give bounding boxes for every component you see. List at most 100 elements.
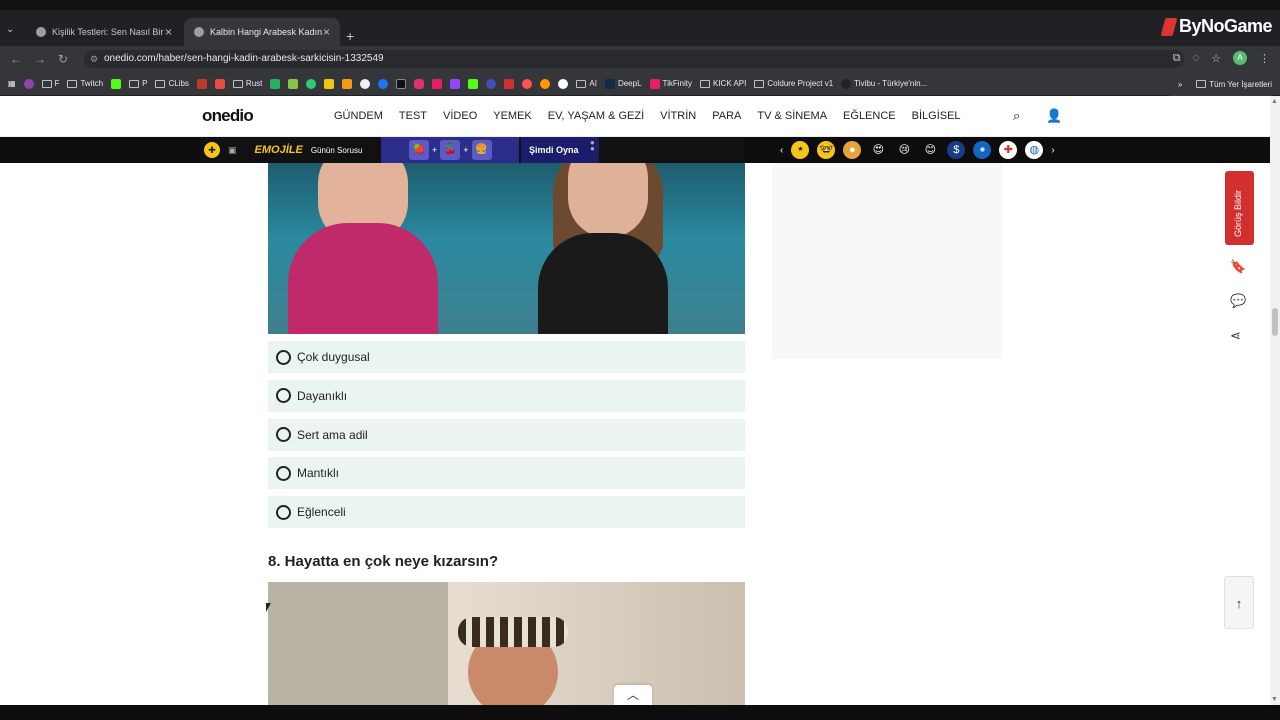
calendar-icon[interactable]: ▣ [228, 145, 237, 156]
feedback-button[interactable]: Görüş Bildir [1225, 171, 1254, 245]
emojile-logo[interactable]: EMOJİLE [255, 144, 303, 156]
emoji-plus-icon[interactable]: ✚ [999, 141, 1018, 159]
tab-close-icon[interactable]: × [323, 25, 330, 39]
play-now-button[interactable]: Şimdi Oyna [521, 137, 599, 163]
scrollbar-thumb[interactable] [1272, 308, 1278, 336]
scroll-up-arrow-icon[interactable]: ▲ [1271, 98, 1278, 105]
emoji-nerd-icon[interactable]: 🤓 [817, 141, 836, 159]
bookmark-folder-coldure[interactable]: Coldure Project v1 [754, 79, 833, 88]
install-app-icon[interactable]: ⧉ [1173, 52, 1181, 65]
bookmark-icon[interactable]: 🔖 [1230, 259, 1246, 275]
answer-option[interactable]: Dayanıklı [268, 379, 745, 412]
bookmark-icon-7[interactable] [432, 78, 443, 89]
emoji-brand3-icon[interactable]: ◍ [1025, 141, 1044, 159]
nav-item-gundem[interactable]: GÜNDEM [334, 110, 383, 122]
reload-icon[interactable]: ↻ [58, 52, 68, 66]
back-icon[interactable]: ← [10, 52, 22, 66]
emoji-love-icon[interactable]: 😍 [869, 141, 887, 159]
page-scrollbar[interactable]: ▲ ▼ [1270, 96, 1280, 705]
nav-item-tv-sinema[interactable]: TV & SİNEMA [757, 110, 827, 122]
menu-kebab-icon[interactable]: ⋮ [1259, 52, 1270, 65]
new-tab-icon[interactable]: + [346, 28, 354, 44]
bookmark-icon-6[interactable] [360, 78, 371, 89]
chevron-up-icon[interactable]: ︿ [614, 685, 652, 705]
site-info-icon[interactable]: ⚙ [90, 50, 98, 68]
nav-item-vitrin[interactable]: VİTRİN [660, 110, 696, 122]
bookmark-folder-rust[interactable]: Rust [232, 79, 262, 88]
emoji-smile-icon[interactable]: 😊 [921, 141, 939, 159]
answer-option[interactable]: Çok duygusal [268, 341, 745, 373]
nav-item-eglence[interactable]: EĞLENCE [843, 110, 896, 122]
bookmark-icon-11[interactable] [522, 78, 533, 89]
emoji-brand-icon[interactable]: $ [947, 141, 966, 159]
bookmark-icon-kick[interactable] [468, 78, 479, 89]
bookmark-icon-facebook[interactable] [378, 78, 389, 89]
bookmark-tivibu[interactable]: Tivibu - Türkiye'nin... [841, 78, 927, 89]
site-logo[interactable]: onedio [202, 106, 254, 126]
profile-avatar[interactable]: A [1233, 51, 1247, 65]
comments-icon[interactable]: 💬 [1230, 293, 1246, 309]
nav-item-ev-yasam-gezi[interactable]: EV, YAŞAM & GEZİ [548, 110, 644, 122]
bookmark-folder-kick-api[interactable]: KICK API [700, 79, 746, 88]
bookmark-folder-twitch[interactable]: Twitch [67, 79, 103, 88]
nav-item-yemek[interactable]: YEMEK [493, 110, 532, 122]
radio-icon[interactable] [276, 349, 291, 365]
bookmark-folder-f[interactable]: F [41, 79, 59, 88]
nav-item-test[interactable]: TEST [399, 110, 427, 122]
emoji-sad-icon[interactable]: 😢 [895, 141, 913, 159]
chevron-right-icon[interactable]: › [1051, 145, 1054, 156]
browser-tab-1[interactable]: Kişilik Testleri: Sen Nasıl Birisin? × [26, 18, 182, 46]
bookmark-icon-red[interactable] [196, 78, 207, 89]
bookmark-icon-tiktok[interactable] [396, 78, 407, 89]
bookmark-icon-10[interactable] [504, 78, 515, 89]
bookmark-icon-green[interactable] [111, 78, 122, 89]
more-dots-icon[interactable]: ● ● [590, 139, 595, 153]
chevron-left-icon[interactable]: ‹ [780, 145, 783, 156]
bookmark-icon-2[interactable] [288, 78, 299, 89]
bookmark-badge[interactable] [23, 78, 34, 89]
bookmark-icon-github[interactable] [558, 78, 569, 89]
emoji-bar-icon[interactable]: ★ [791, 141, 810, 159]
bookmark-deepl[interactable]: DeepL [604, 78, 642, 89]
radio-icon[interactable] [276, 427, 291, 443]
forward-icon[interactable]: → [34, 52, 46, 66]
scroll-to-top-button[interactable]: ↑ [1224, 576, 1254, 629]
scroll-down-arrow-icon[interactable]: ▼ [1271, 696, 1278, 703]
browser-tab-2[interactable]: Kalbin Hangi Arabesk Kadın Gi... × [184, 18, 340, 46]
nav-item-bilgisel[interactable]: BİLGİSEL [912, 110, 961, 122]
hide-icon[interactable]: ◌ [1193, 52, 1200, 64]
radio-icon[interactable] [276, 504, 291, 520]
bookmark-icon-12[interactable] [540, 78, 551, 89]
radio-icon[interactable] [276, 465, 291, 481]
emoji-coin-icon[interactable]: ● [843, 141, 862, 159]
bookmark-icon-3[interactable] [306, 78, 317, 89]
nav-item-para[interactable]: PARA [712, 110, 741, 122]
bookmark-folder-ai[interactable]: AI [576, 79, 597, 88]
bookmark-icon-4[interactable] [324, 78, 335, 89]
user-icon[interactable]: 👤 [1046, 108, 1062, 124]
emoji-brand2-icon[interactable]: ◉ [973, 141, 992, 159]
bookmark-icon-5[interactable] [342, 78, 353, 89]
apps-grid-icon[interactable]: ▦ [8, 79, 16, 88]
url-field[interactable]: ⚙ onedio.com/haber/sen-hangi-kadin-arabe… [84, 50, 1184, 68]
answer-option[interactable]: Sert ama adil [268, 418, 745, 451]
radio-icon[interactable] [276, 388, 291, 404]
bookmark-icon-red2[interactable] [214, 78, 225, 89]
emoji-puzzle[interactable]: 🍓 + 🍒 + 🍔 [381, 137, 519, 163]
tab-close-icon[interactable]: × [165, 25, 172, 39]
bookmark-icon-instagram[interactable] [414, 78, 425, 89]
search-icon[interactable]: ⌕ [1013, 108, 1020, 124]
tab-search-icon[interactable]: ⌄ [6, 24, 14, 35]
nav-item-video[interactable]: VİDEO [443, 110, 477, 122]
bookmark-star-icon[interactable]: ☆ [1211, 52, 1221, 65]
share-icon[interactable]: ⋖ [1230, 328, 1241, 344]
answer-option[interactable]: Eğlenceli [268, 496, 745, 529]
bookmark-icon-9[interactable] [486, 78, 497, 89]
bookmarks-overflow-icon[interactable]: » [1178, 80, 1182, 89]
all-bookmarks-folder[interactable]: Tüm Yer İşaretleri [1196, 80, 1272, 89]
bookmark-icon-1[interactable] [270, 78, 281, 89]
bookmark-folder-p[interactable]: P [129, 79, 147, 88]
bookmark-icon-8[interactable] [450, 78, 461, 89]
gamepad-icon[interactable]: ✚ [204, 142, 220, 158]
answer-option[interactable]: Mantıklı [268, 457, 745, 490]
